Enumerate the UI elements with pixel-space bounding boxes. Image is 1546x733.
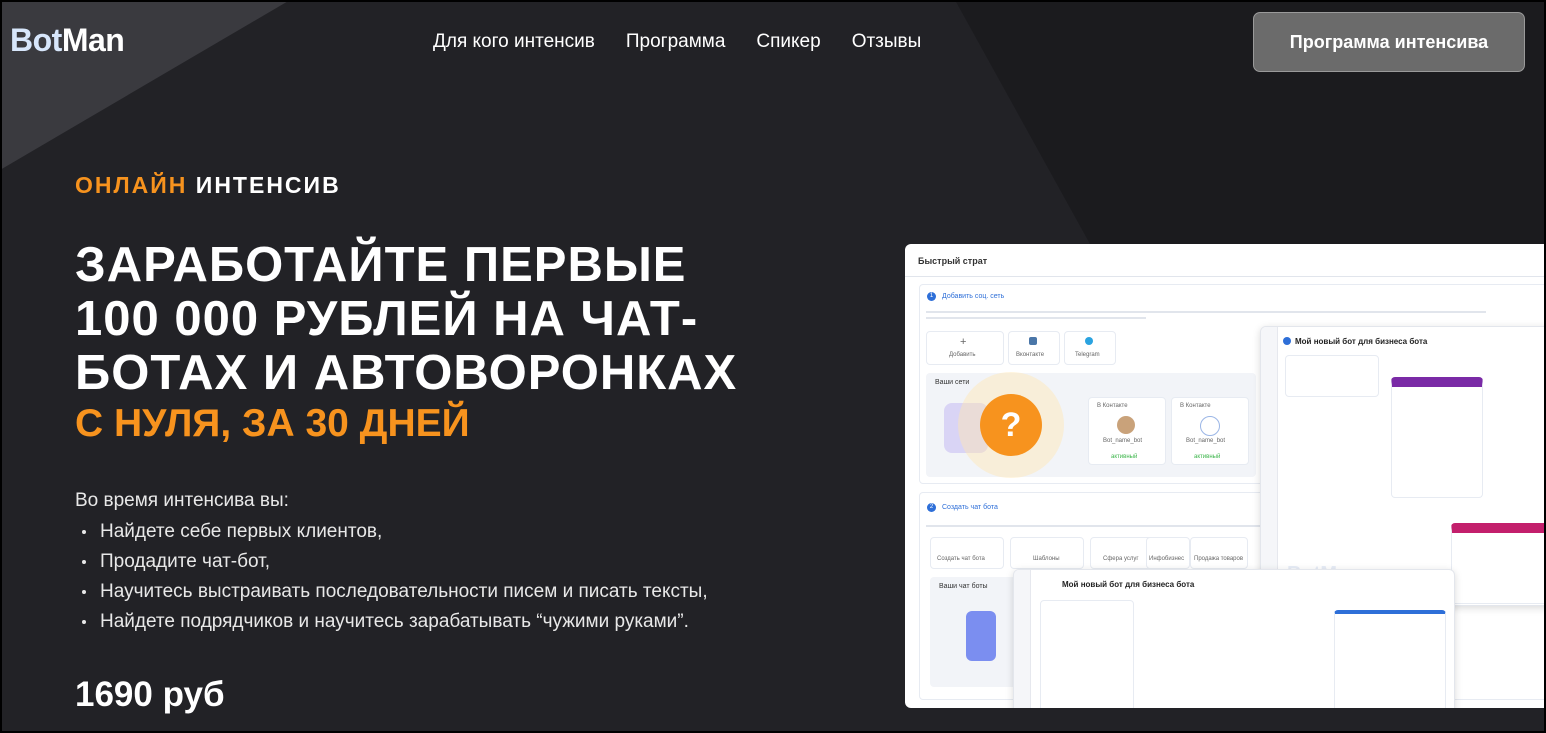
status-badge: активный — [1111, 454, 1138, 460]
nav-link-program[interactable]: Программа — [626, 31, 726, 53]
option-label: Сфера услуг — [1103, 556, 1139, 562]
list-item-text: Найдете подрядчиков и научитесь зарабаты… — [100, 611, 689, 632]
list-item-text: Научитесь выстраивать последовательности… — [100, 581, 708, 602]
add-avatar-icon — [1200, 416, 1220, 436]
option-label: Инфобизнес — [1149, 556, 1185, 562]
telegram-label: Telegram — [1075, 352, 1100, 358]
text-line — [926, 311, 1486, 313]
vk-label: Вконтакте — [1016, 352, 1045, 358]
step-number-icon: 2 — [927, 503, 936, 512]
editor-sidebar — [1261, 327, 1278, 605]
option-label: Продажа товаров — [1194, 556, 1244, 562]
your-bots-label: Ваши чат боты — [939, 583, 988, 590]
option-label: Шаблоны — [1033, 556, 1060, 562]
hero-headline: ЗАРАБОТАЙТЕ ПЕРВЫЕ 100 000 РУБЛЕЙ НА ЧАТ… — [75, 238, 835, 400]
step-number-icon: 1 — [927, 292, 936, 301]
bot-card-network: В Контакте — [1180, 403, 1211, 409]
bullet-icon — [82, 529, 86, 534]
telegram-network-button[interactable]: Telegram — [1064, 331, 1116, 365]
headline-line-3: БОТАХ И АВТОВОРОНКАХ — [75, 346, 738, 400]
divider — [905, 276, 1545, 277]
list-item: Найдете себе первых клиентов, — [82, 517, 708, 547]
bot-illustration — [966, 611, 996, 661]
step-2-title: Создать чат бота — [942, 504, 998, 511]
list-item: Научитесь выстраивать последовательности… — [82, 577, 708, 607]
your-networks-panel: Ваши сети В Контакте Bot_name_bot активн… — [926, 373, 1256, 477]
products-option[interactable]: Продажа товаров — [1190, 537, 1248, 569]
app-screenshot: Быстрый страт 1 Добавить соц. сеть + Доб… — [905, 244, 1545, 708]
list-item: Продадите чат-бот, — [82, 547, 708, 577]
keyword-settings-node[interactable] — [1334, 610, 1446, 708]
bot-card-name: Bot_name_bot — [1186, 438, 1226, 444]
intro-text: Во время интенсива вы: — [75, 490, 289, 511]
status-badge: активный — [1194, 454, 1221, 460]
eyebrow: ОНЛАЙН ИНТЕНСИВ — [75, 172, 341, 199]
bot-card[interactable]: В Контакте Bot_name_bot активный — [1171, 397, 1249, 465]
mockup-title: Быстрый страт — [918, 256, 988, 266]
headline-line-1: ЗАРАБОТАЙТЕ ПЕРВЫЕ — [75, 238, 687, 292]
message-node[interactable] — [1451, 523, 1545, 604]
eyebrow-online: ОНЛАЙН — [75, 172, 188, 198]
nav-link-speaker[interactable]: Спикер — [756, 31, 820, 53]
program-button[interactable]: Программа интенсива — [1253, 12, 1525, 72]
vk-network-button[interactable]: Вконтакте — [1008, 331, 1060, 365]
plus-icon: + — [960, 336, 967, 348]
list-item: Найдете подрядчиков и научитесь зарабаты… — [82, 607, 708, 637]
avatar — [1117, 416, 1135, 434]
nav-link-reviews[interactable]: Отзывы — [852, 31, 922, 53]
bullet-icon — [82, 619, 86, 624]
logo-man: Man — [61, 22, 125, 58]
action-node[interactable] — [1391, 377, 1483, 498]
start-node[interactable] — [1285, 355, 1379, 397]
step-1-title: Добавить соц. сеть — [942, 293, 1005, 300]
option-label: Создать чат бота — [937, 556, 985, 562]
templates-option[interactable]: Шаблоны — [1010, 537, 1084, 569]
editor-title: Мой новый бот для бизнеса бота — [1062, 580, 1195, 589]
eyebrow-intensive: ИНТЕНСИВ — [195, 172, 341, 198]
bot-card[interactable]: В Контакте Bot_name_bot активный — [1088, 397, 1166, 465]
bot-icon — [1283, 337, 1291, 345]
price: 1690 руб — [75, 675, 225, 714]
bullet-icon — [82, 559, 86, 564]
telegram-icon — [1085, 337, 1093, 345]
headline-line-2: 100 000 РУБЛЕЙ НА ЧАТ- — [75, 292, 699, 346]
benefits-list: Найдете себе первых клиентов, Продадите … — [82, 517, 708, 637]
text-line — [926, 317, 1146, 319]
add-network-button[interactable]: + Добавить — [926, 331, 1004, 365]
flow-editor-panel: Мой новый бот для бизнеса бота BotMan — [1260, 326, 1545, 606]
hero-subhead: С НУЛЯ, ЗА 30 ДНЕЙ — [75, 402, 470, 445]
logo[interactable]: BotMan — [10, 22, 125, 59]
main-nav: Для кого интенсив Программа Спикер Отзыв… — [433, 31, 921, 53]
bullet-icon — [82, 589, 86, 594]
list-item-text: Продадите чат-бот, — [100, 551, 271, 572]
bot-card-name: Bot_name_bot — [1103, 438, 1143, 444]
add-label: Добавить — [949, 352, 976, 358]
keyword-node[interactable] — [1040, 600, 1134, 708]
logo-bot: Bot — [10, 22, 62, 58]
your-networks-label: Ваши сети — [935, 379, 970, 386]
nav-link-audience[interactable]: Для кого интенсив — [433, 31, 595, 53]
create-bot-option[interactable]: Создать чат бота — [930, 537, 1004, 569]
list-item-text: Найдете себе первых клиентов, — [100, 521, 383, 542]
help-question-button[interactable]: ? — [980, 394, 1042, 456]
bot-card-network: В Контакте — [1097, 403, 1128, 409]
editor-sidebar — [1014, 570, 1031, 708]
editor-title: Мой новый бот для бизнеса бота — [1295, 337, 1428, 346]
vk-icon — [1029, 337, 1037, 345]
infobusiness-option[interactable]: Инфобизнес — [1146, 537, 1190, 569]
flow-editor-panel-2: Мой новый бот для бизнеса бота — [1013, 569, 1455, 708]
